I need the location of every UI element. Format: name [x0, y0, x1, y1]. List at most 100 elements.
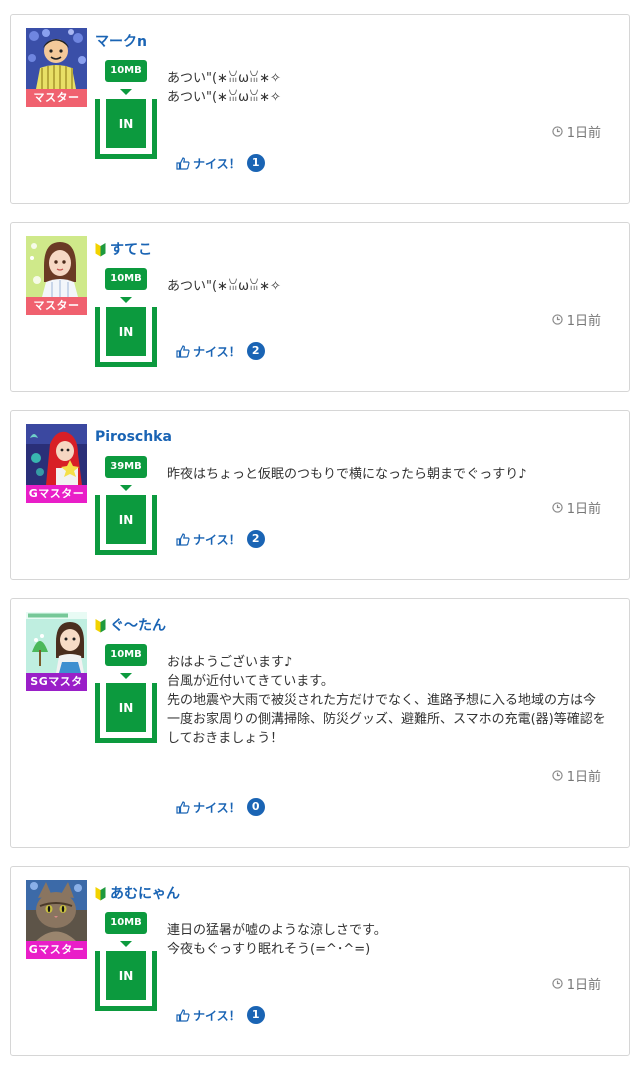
post-message: 昨夜はちょっと仮眠のつもりで横になったら朝までぐっすり♪	[167, 465, 607, 484]
data-amount-badge: 10MB	[105, 644, 147, 666]
post-card: Gマスター あむにゃん 10MB IN 連日の猛暑が嘘のような涼しさです。 今夜…	[10, 866, 630, 1056]
nice-label: ナイス！	[193, 344, 241, 359]
user-avatar[interactable]: Gマスター	[26, 424, 87, 503]
username-link[interactable]: Piroschka	[95, 429, 172, 445]
beginner-mark-icon	[95, 618, 106, 632]
username-row: あむにゃん	[95, 883, 180, 903]
message-line: 昨夜はちょっと仮眠のつもりで横になったら朝までぐっすり♪	[167, 467, 527, 482]
nice-button[interactable]: ナイス！ 1	[176, 1006, 265, 1024]
clock-icon	[552, 770, 563, 781]
message-line: おはようございます♪	[167, 655, 293, 670]
nice-button[interactable]: ナイス！ 2	[176, 342, 265, 360]
thumbs-up-icon	[176, 800, 190, 814]
data-tank: IN	[95, 951, 157, 1011]
post-timestamp: 1日前	[552, 310, 601, 329]
data-direction-label: IN	[106, 307, 146, 356]
message-line: あつい"(∗ꈍωꈍ∗✧	[167, 279, 281, 294]
avatar-man-flowers-icon	[26, 28, 87, 89]
nice-count: 2	[246, 342, 265, 360]
nice-label: ナイス！	[193, 1008, 241, 1023]
post-timestamp: 1日前	[552, 766, 601, 785]
username-row: マークn	[95, 31, 147, 51]
data-tank: IN	[95, 495, 157, 555]
post-card: マスター マークn 10MB IN あつい"(∗ꈍωꈍ∗✧ あつい"(∗ꈍωꈍ∗…	[10, 14, 630, 204]
avatar-cat-icon	[26, 880, 87, 941]
data-direction-label: IN	[106, 683, 146, 732]
rank-badge: マスター	[26, 297, 87, 315]
rank-badge: マスター	[26, 89, 87, 107]
message-line: あつい"(∗ꈍωꈍ∗✧	[167, 90, 281, 105]
clock-icon	[552, 978, 563, 989]
message-line: あつい"(∗ꈍωꈍ∗✧	[167, 71, 281, 86]
data-direction-label: IN	[106, 99, 146, 148]
post-card: マスター すてこ 10MB IN あつい"(∗ꈍωꈍ∗✧ 1日前 ナイス！ 2	[10, 222, 630, 392]
data-amount-badge: 10MB	[105, 60, 147, 82]
nice-count: 0	[246, 798, 265, 816]
thumbs-up-icon	[176, 532, 190, 546]
username-row: Piroschka	[95, 427, 172, 447]
username-link[interactable]: マークn	[95, 31, 147, 51]
user-avatar[interactable]: マスター	[26, 28, 87, 107]
down-arrow-icon	[120, 941, 132, 947]
post-message: おはようございます♪ 台風が近付いてきています。 先の地震や大雨で被災された方だ…	[167, 653, 607, 748]
data-gauge: 10MB IN	[95, 268, 157, 368]
message-line: 今夜もぐっすり眠れそう(=^･^=)	[167, 942, 371, 957]
clock-icon	[552, 126, 563, 137]
post-card: Gマスター Piroschka 39MB IN 昨夜はちょっと仮眠のつもりで横に…	[10, 410, 630, 580]
avatar-girl-green-icon	[26, 236, 87, 297]
post-timestamp: 1日前	[552, 122, 601, 141]
clock-icon	[552, 502, 563, 513]
post-timestamp: 1日前	[552, 498, 601, 517]
data-gauge: 39MB IN	[95, 456, 157, 556]
data-direction-label: IN	[106, 495, 146, 544]
clock-icon	[552, 314, 563, 325]
beginner-mark-icon	[95, 242, 106, 256]
data-tank: IN	[95, 99, 157, 159]
down-arrow-icon	[120, 297, 132, 303]
nice-label: ナイス！	[193, 532, 241, 547]
thumbs-up-icon	[176, 156, 190, 170]
user-avatar[interactable]: SGマスタ	[26, 612, 87, 691]
username-link[interactable]: あむにゃん	[110, 883, 180, 903]
nice-label: ナイス！	[193, 800, 241, 815]
data-gauge: 10MB IN	[95, 912, 157, 1012]
post-message: あつい"(∗ꈍωꈍ∗✧ あつい"(∗ꈍωꈍ∗✧	[167, 69, 607, 107]
nice-label: ナイス！	[193, 156, 241, 171]
username-row: ぐ〜たん	[95, 615, 166, 635]
nice-count: 1	[246, 1006, 265, 1024]
data-gauge: 10MB IN	[95, 644, 157, 744]
username-link[interactable]: すてこ	[110, 239, 152, 259]
down-arrow-icon	[120, 89, 132, 95]
data-gauge: 10MB IN	[95, 60, 157, 160]
message-line: 台風が近付いてきています。	[167, 674, 334, 689]
data-direction-label: IN	[106, 951, 146, 1000]
user-avatar[interactable]: Gマスター	[26, 880, 87, 959]
nice-count: 2	[246, 530, 265, 548]
nice-button[interactable]: ナイス！ 1	[176, 154, 265, 172]
time-label: 1日前	[566, 978, 601, 993]
data-amount-badge: 10MB	[105, 268, 147, 290]
down-arrow-icon	[120, 485, 132, 491]
avatar-red-hood-icon	[26, 424, 87, 485]
post-timestamp: 1日前	[552, 974, 601, 993]
time-label: 1日前	[566, 126, 601, 141]
message-line: 先の地震や大雨で被災された方だけでなく、進路予想に入る地域の方は今一度お家周りの…	[167, 693, 606, 746]
nice-button[interactable]: ナイス！ 2	[176, 530, 265, 548]
beginner-mark-icon	[95, 886, 106, 900]
username-link[interactable]: ぐ〜たん	[110, 615, 166, 635]
avatar-mineo-green-icon	[26, 612, 87, 673]
post-card: SGマスタ ぐ〜たん 10MB IN おはようございます♪ 台風が近付いてきてい…	[10, 598, 630, 848]
rank-badge: Gマスター	[26, 485, 87, 503]
username-row: すてこ	[95, 239, 152, 259]
rank-badge: SGマスタ	[26, 673, 87, 691]
nice-count: 1	[246, 154, 265, 172]
post-message: あつい"(∗ꈍωꈍ∗✧	[167, 277, 607, 296]
data-amount-badge: 39MB	[105, 456, 147, 478]
user-avatar[interactable]: マスター	[26, 236, 87, 315]
post-message: 連日の猛暑が嘘のような涼しさです。 今夜もぐっすり眠れそう(=^･^=)	[167, 921, 607, 959]
data-amount-badge: 10MB	[105, 912, 147, 934]
nice-button[interactable]: ナイス！ 0	[176, 798, 265, 816]
post-feed: マスター マークn 10MB IN あつい"(∗ꈍωꈍ∗✧ あつい"(∗ꈍωꈍ∗…	[0, 0, 640, 1068]
thumbs-up-icon	[176, 344, 190, 358]
message-line: 連日の猛暑が嘘のような涼しさです。	[167, 923, 387, 938]
